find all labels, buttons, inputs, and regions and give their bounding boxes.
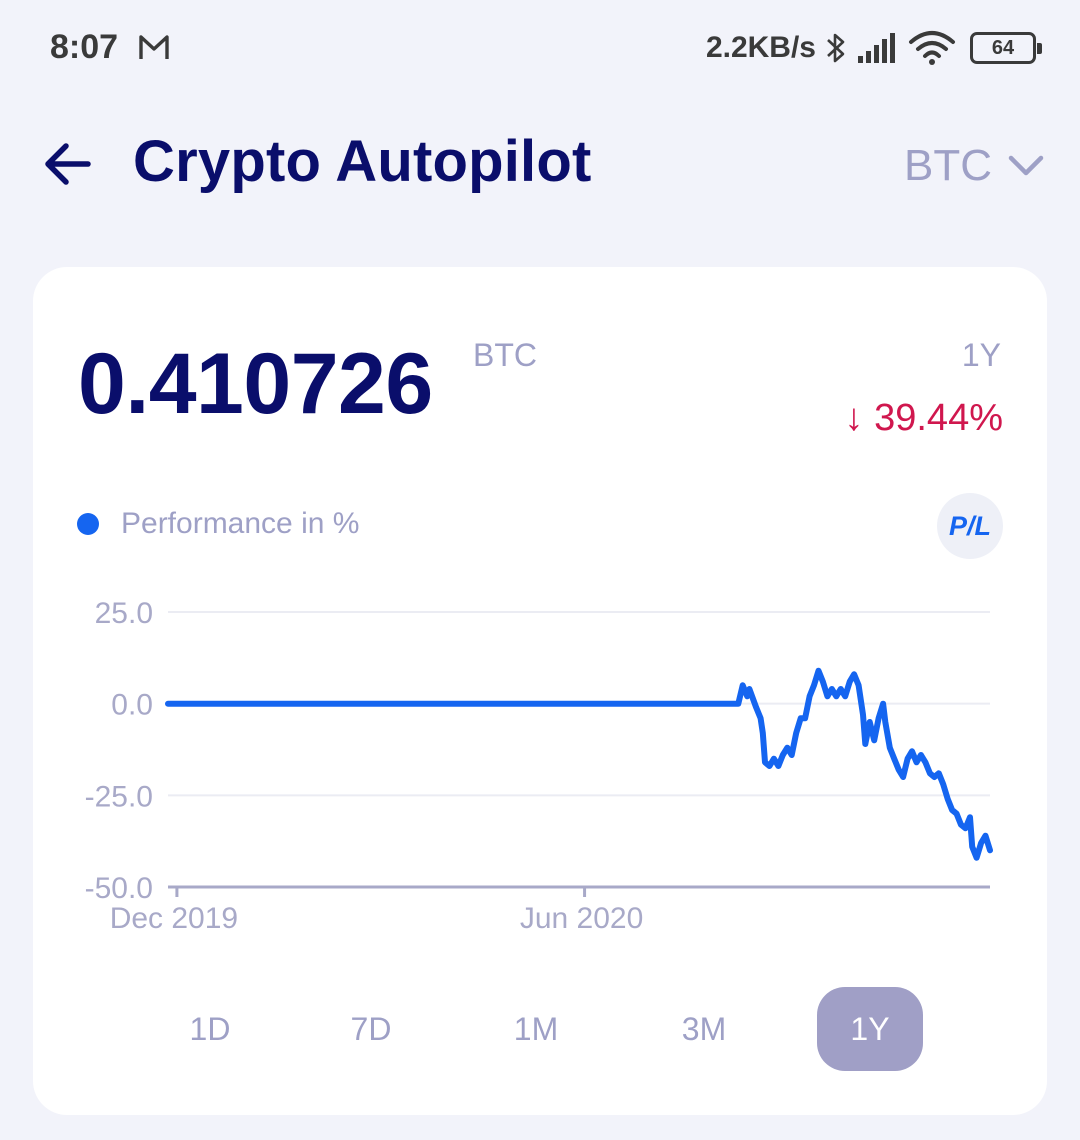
- currency-label: BTC: [904, 141, 992, 190]
- bluetooth-icon: [827, 33, 845, 63]
- chevron-down-icon: [1008, 155, 1044, 176]
- wifi-icon: [909, 31, 955, 65]
- portfolio-card: 0.410726 BTC 1Y ↓ 39.44% Performance in …: [33, 267, 1047, 1115]
- range-tabs: 1D 7D 1M 3M 1Y: [33, 987, 1047, 1071]
- y-tick-label: -50.0: [85, 872, 153, 905]
- performance-chart: 25.0 0.0 -25.0 -50.0Dec 2019 Jun 2020: [85, 597, 993, 935]
- range-tab-1m[interactable]: 1M: [483, 987, 589, 1071]
- network-speed: 2.2KB/s: [705, 31, 816, 64]
- range-tab-1d[interactable]: 1D: [157, 987, 263, 1071]
- y-tick-label: 25.0: [95, 597, 153, 630]
- back-button[interactable]: [42, 136, 94, 192]
- y-tick-label: -25.0: [85, 780, 153, 813]
- x-tick-label: Jun 2020: [520, 902, 643, 935]
- status-time: 8:07: [50, 28, 119, 66]
- status-icons: 2.2KB/s 64: [705, 26, 1042, 70]
- arrow-left-icon: [45, 143, 91, 185]
- battery-level: 64: [991, 36, 1015, 59]
- x-tick-label: Dec 2019: [110, 902, 238, 935]
- currency-selector[interactable]: BTC: [904, 138, 1044, 194]
- page-title: Crypto Autopilot: [133, 129, 592, 194]
- gmail-icon: [139, 35, 169, 59]
- range-tab-3m[interactable]: 3M: [651, 987, 757, 1071]
- status-bar: 8:07 2.2KB/s 64: [0, 0, 1080, 96]
- battery-icon: 64: [970, 32, 1042, 64]
- series-line-0: [165, 667, 993, 861]
- y-tick-label: 0.0: [111, 689, 153, 722]
- signal-icon: [858, 33, 895, 63]
- range-tab-7d[interactable]: 7D: [318, 987, 424, 1071]
- range-tab-1y[interactable]: 1Y: [817, 987, 923, 1071]
